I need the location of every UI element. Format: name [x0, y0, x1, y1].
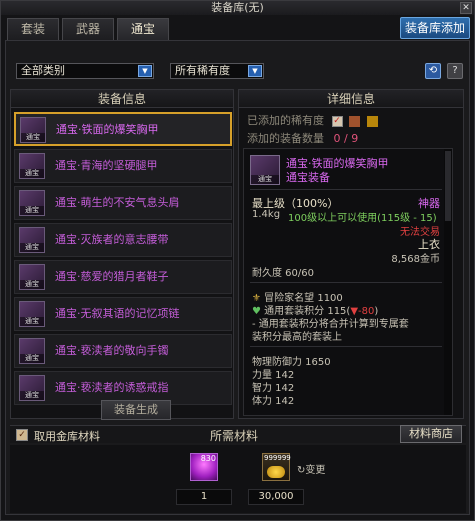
durability: 耐久度 60/60	[252, 268, 314, 279]
refresh-icon[interactable]: ⟲	[425, 63, 441, 79]
tab-weapon[interactable]: 武器	[62, 18, 114, 40]
item-icon-label: 通宝	[20, 206, 44, 215]
use-stash-checkbox[interactable]: ✓	[16, 429, 28, 441]
material-qty: 1	[176, 489, 232, 505]
item-name: 通宝·青海的坚硬腿甲	[55, 159, 158, 172]
crystal-icon[interactable]: 830	[190, 453, 218, 481]
title-bar: 装备库(无) ✕	[1, 1, 474, 15]
added-count-value: 0 / 9	[333, 132, 359, 145]
material-slots: 830 999999 ↻变更 1 30,000	[10, 445, 466, 513]
chevron-down-icon: ▼	[138, 65, 152, 77]
added-rarity-label: 已添加的稀有度	[247, 114, 324, 127]
item-icon-label: 通宝	[20, 354, 44, 363]
added-rarity-row: 已添加的稀有度 ✓	[247, 112, 378, 128]
window-title: 装备库(无)	[211, 1, 264, 14]
scrollbar[interactable]	[444, 149, 452, 415]
gold-coins-icon[interactable]: 999999	[262, 453, 291, 481]
rarity-select-value: 所有稀有度	[175, 64, 230, 77]
item-name: 通宝·灭族者的意志腰带	[55, 233, 169, 246]
scroll-thumb[interactable]	[445, 151, 451, 221]
gold-qty: 30,000	[248, 489, 304, 505]
price: 8,568金币	[391, 254, 440, 265]
armor-icon: 通宝	[19, 264, 45, 290]
item-name: 通宝·亵渎者的敬向手镯	[55, 344, 169, 357]
tab-tongbao[interactable]: 通宝	[117, 18, 169, 40]
armor-icon: 通宝	[19, 301, 45, 327]
check-icon[interactable]: ✓	[331, 115, 343, 127]
close-button[interactable]: ✕	[460, 2, 472, 14]
main-content: 全部类别 ▼ 所有稀有度 ▼ ⟲ ? 装备信息 通宝 通宝·铁面的爆笑胸甲 通宝…	[5, 40, 470, 515]
coins-shape	[267, 466, 285, 478]
list-item[interactable]: 通宝 通宝·青海的坚硬腿甲	[14, 149, 232, 183]
list-item[interactable]: 通宝 通宝·慈爱的猎月者鞋子	[14, 260, 232, 294]
item-icon-label: 通宝	[20, 317, 44, 326]
detail-panel: 详细信息 已添加的稀有度 ✓ 添加的装备数量 0 / 9 通宝 通宝·铁面的爆笑…	[238, 89, 464, 419]
tab-set[interactable]: 套装	[7, 18, 59, 40]
item-icon-label: 通宝	[20, 280, 44, 289]
item-icon-label: 通宝	[21, 133, 45, 142]
detail-icon-label: 通宝	[251, 175, 279, 184]
list-item[interactable]: 通宝 通宝·铁面的爆笑胸甲	[14, 112, 232, 146]
added-count-label: 添加的装备数量	[247, 132, 324, 145]
category-select[interactable]: 全部类别 ▼	[16, 63, 154, 79]
material-bar: ✓ 取用金库材料 所需材料 材料商店	[10, 425, 466, 443]
rarity-select[interactable]: 所有稀有度 ▼	[170, 63, 264, 79]
category-select-value: 全部类别	[21, 64, 65, 77]
level-requirement: 100级以上可以使用(115级 - 15)	[288, 213, 437, 224]
list-item[interactable]: 通宝 通宝·无叙其语的记忆项链	[14, 297, 232, 331]
list-item[interactable]: 通宝 通宝·萌生的不安气息头肩	[14, 186, 232, 220]
item-icon-label: 通宝	[20, 243, 44, 252]
added-count-row: 添加的装备数量 0 / 9	[247, 130, 358, 146]
item-name: 通宝·萌生的不安气息头肩	[55, 196, 180, 209]
tab-bar: 套装 武器 通宝	[7, 18, 169, 40]
armor-icon: 通宝	[19, 153, 45, 179]
weight: 1.4kg	[252, 209, 281, 220]
equipment-list-panel: 装备信息 通宝 通宝·铁面的爆笑胸甲 通宝 通宝·青海的坚硬腿甲 通宝 通宝·萌…	[10, 89, 234, 420]
set-note-2: 装积分最高的套装上	[252, 332, 342, 343]
armor-icon: 通宝	[250, 155, 280, 185]
divider	[250, 189, 442, 190]
armor-icon: 通宝	[19, 338, 45, 364]
list-item[interactable]: 通宝 通宝·亵渎者的敬向手镯	[14, 334, 232, 368]
detail-info-header: 详细信息	[239, 90, 463, 108]
equipment-info-header: 装备信息	[11, 90, 233, 108]
item-name: 通宝·无叙其语的记忆项链	[55, 307, 180, 320]
required-materials-title: 所需材料	[210, 429, 259, 443]
help-icon[interactable]: ?	[447, 63, 463, 79]
rarity-color-box[interactable]	[366, 115, 378, 127]
item-name: 通宝·慈爱的猎月者鞋子	[55, 270, 169, 283]
detail-item-type: 通宝装备	[286, 171, 330, 184]
list-item[interactable]: 通宝 通宝·灭族者的意志腰带	[14, 223, 232, 257]
divider	[250, 346, 442, 347]
material-shop-button[interactable]: 材料商店	[400, 425, 462, 443]
change-link[interactable]: ↻变更	[297, 461, 325, 476]
armor-icon: 通宝	[20, 117, 46, 143]
armor-icon: 通宝	[19, 190, 45, 216]
material-count: 999999	[264, 454, 291, 462]
vitality: 体力 142	[252, 396, 295, 407]
rarity-color-box[interactable]	[349, 115, 360, 127]
item-icon-label: 通宝	[20, 169, 44, 178]
armor-icon: 通宝	[19, 227, 45, 253]
armor-icon: 通宝	[19, 375, 45, 401]
chevron-down-icon: ▼	[248, 65, 262, 77]
stash-add-button[interactable]: 装备库添加	[400, 17, 470, 39]
material-count: 830	[200, 454, 216, 463]
item-icon-label: 通宝	[20, 391, 44, 400]
item-detail-tooltip: 通宝 通宝·铁面的爆笑胸甲 通宝装备 最上级（100%） 神器 1.4kg 10…	[243, 148, 453, 416]
generate-equipment-button[interactable]: 装备生成	[101, 400, 171, 420]
equipment-stash-window: 装备库(无) ✕ 套装 武器 通宝 装备库添加 全部类别 ▼ 所有稀有度 ▼ ⟲…	[0, 0, 475, 521]
divider	[250, 282, 442, 283]
use-stash-label: 取用金库材料	[34, 430, 100, 443]
item-name: 通宝·铁面的爆笑胸甲	[56, 123, 159, 136]
equipment-list: 通宝 通宝·铁面的爆笑胸甲 通宝 通宝·青海的坚硬腿甲 通宝 通宝·萌生的不安气…	[14, 112, 232, 408]
